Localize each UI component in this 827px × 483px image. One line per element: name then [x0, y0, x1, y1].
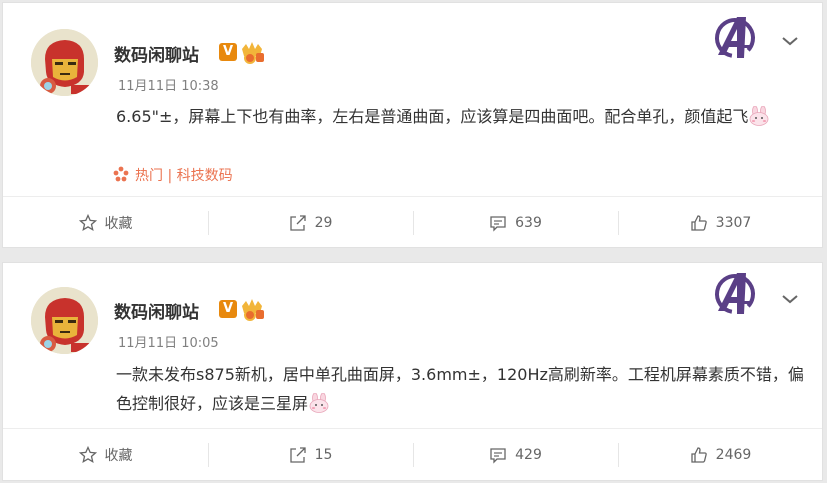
ironman-avatar-icon [31, 29, 98, 96]
post-text: 6.65"±，屏幕上下也有曲率，左右是普通曲面，应该算是四曲面吧。配合单孔，颜值… [116, 107, 749, 126]
chevron-down-icon[interactable] [781, 293, 799, 305]
post-content: 6.65"±，屏幕上下也有曲率，左右是普通曲面，应该算是四曲面吧。配合单孔，颜值… [116, 102, 806, 131]
thumbs-up-icon [691, 215, 707, 231]
post-time[interactable]: 11月11日 10:05 [118, 332, 219, 351]
comment-button[interactable]: 429 [413, 429, 618, 481]
post-time[interactable]: 11月11日 10:38 [118, 75, 219, 94]
bunny-emoji-icon [750, 106, 769, 126]
crown-badge-icon [242, 299, 264, 321]
action-bar: 收藏 15 429 2469 [3, 428, 822, 481]
thumbs-up-icon [691, 447, 707, 463]
share-icon [289, 215, 306, 231]
repost-button[interactable]: 15 [208, 429, 413, 481]
author-name[interactable]: 数码闲聊站 [114, 298, 199, 323]
action-bar: 收藏 29 639 3307 [3, 196, 822, 249]
avengers-logo-icon [715, 273, 755, 314]
favorite-label: 收藏 [104, 216, 133, 232]
share-icon [289, 447, 306, 463]
like-count: 3307 [715, 215, 752, 231]
comment-icon [490, 448, 506, 464]
avengers-logo-icon [715, 17, 755, 58]
post-topic[interactable]: 热门 | 科技数码 [113, 165, 233, 185]
weibo-post-1: 数码闲聊站 V 11月11日 10:38 6.65"±，屏幕上下也有曲率，左右是… [2, 2, 823, 248]
author-avatar[interactable] [31, 287, 98, 354]
chevron-down-icon[interactable] [781, 35, 799, 47]
author-name[interactable]: 数码闲聊站 [114, 41, 199, 66]
like-button[interactable]: 2469 [618, 429, 823, 481]
star-icon [78, 446, 97, 464]
like-button[interactable]: 3307 [618, 197, 823, 249]
favorite-button[interactable]: 收藏 [3, 429, 208, 481]
repost-button[interactable]: 29 [208, 197, 413, 249]
author-avatar[interactable] [31, 29, 98, 96]
verified-badge: V [219, 43, 237, 61]
favorite-label: 收藏 [104, 448, 133, 464]
post-text: 一款未发布s875新机，居中单孔曲面屏，3.6mm±，120Hz高刷新率。工程机… [116, 365, 804, 413]
ironman-avatar-icon [31, 287, 98, 354]
topic-label: 热门 | 科技数码 [135, 168, 233, 184]
flower-icon [113, 166, 129, 182]
like-count: 2469 [715, 447, 752, 463]
comment-icon [490, 216, 506, 232]
comment-count: 429 [515, 447, 542, 463]
repost-count: 15 [314, 447, 333, 463]
star-icon [78, 214, 97, 232]
repost-count: 29 [314, 215, 333, 231]
crown-badge-icon [242, 42, 264, 64]
post-content: 一款未发布s875新机，居中单孔曲面屏，3.6mm±，120Hz高刷新率。工程机… [116, 360, 806, 418]
bunny-emoji-icon [309, 393, 329, 413]
verified-badge: V [219, 300, 237, 318]
favorite-button[interactable]: 收藏 [3, 197, 208, 249]
weibo-post-2: 数码闲聊站 V 11月11日 10:05 一款未发布s875新机，居中单孔曲面屏… [2, 262, 823, 481]
comment-button[interactable]: 639 [413, 197, 618, 249]
comment-count: 639 [515, 215, 542, 231]
